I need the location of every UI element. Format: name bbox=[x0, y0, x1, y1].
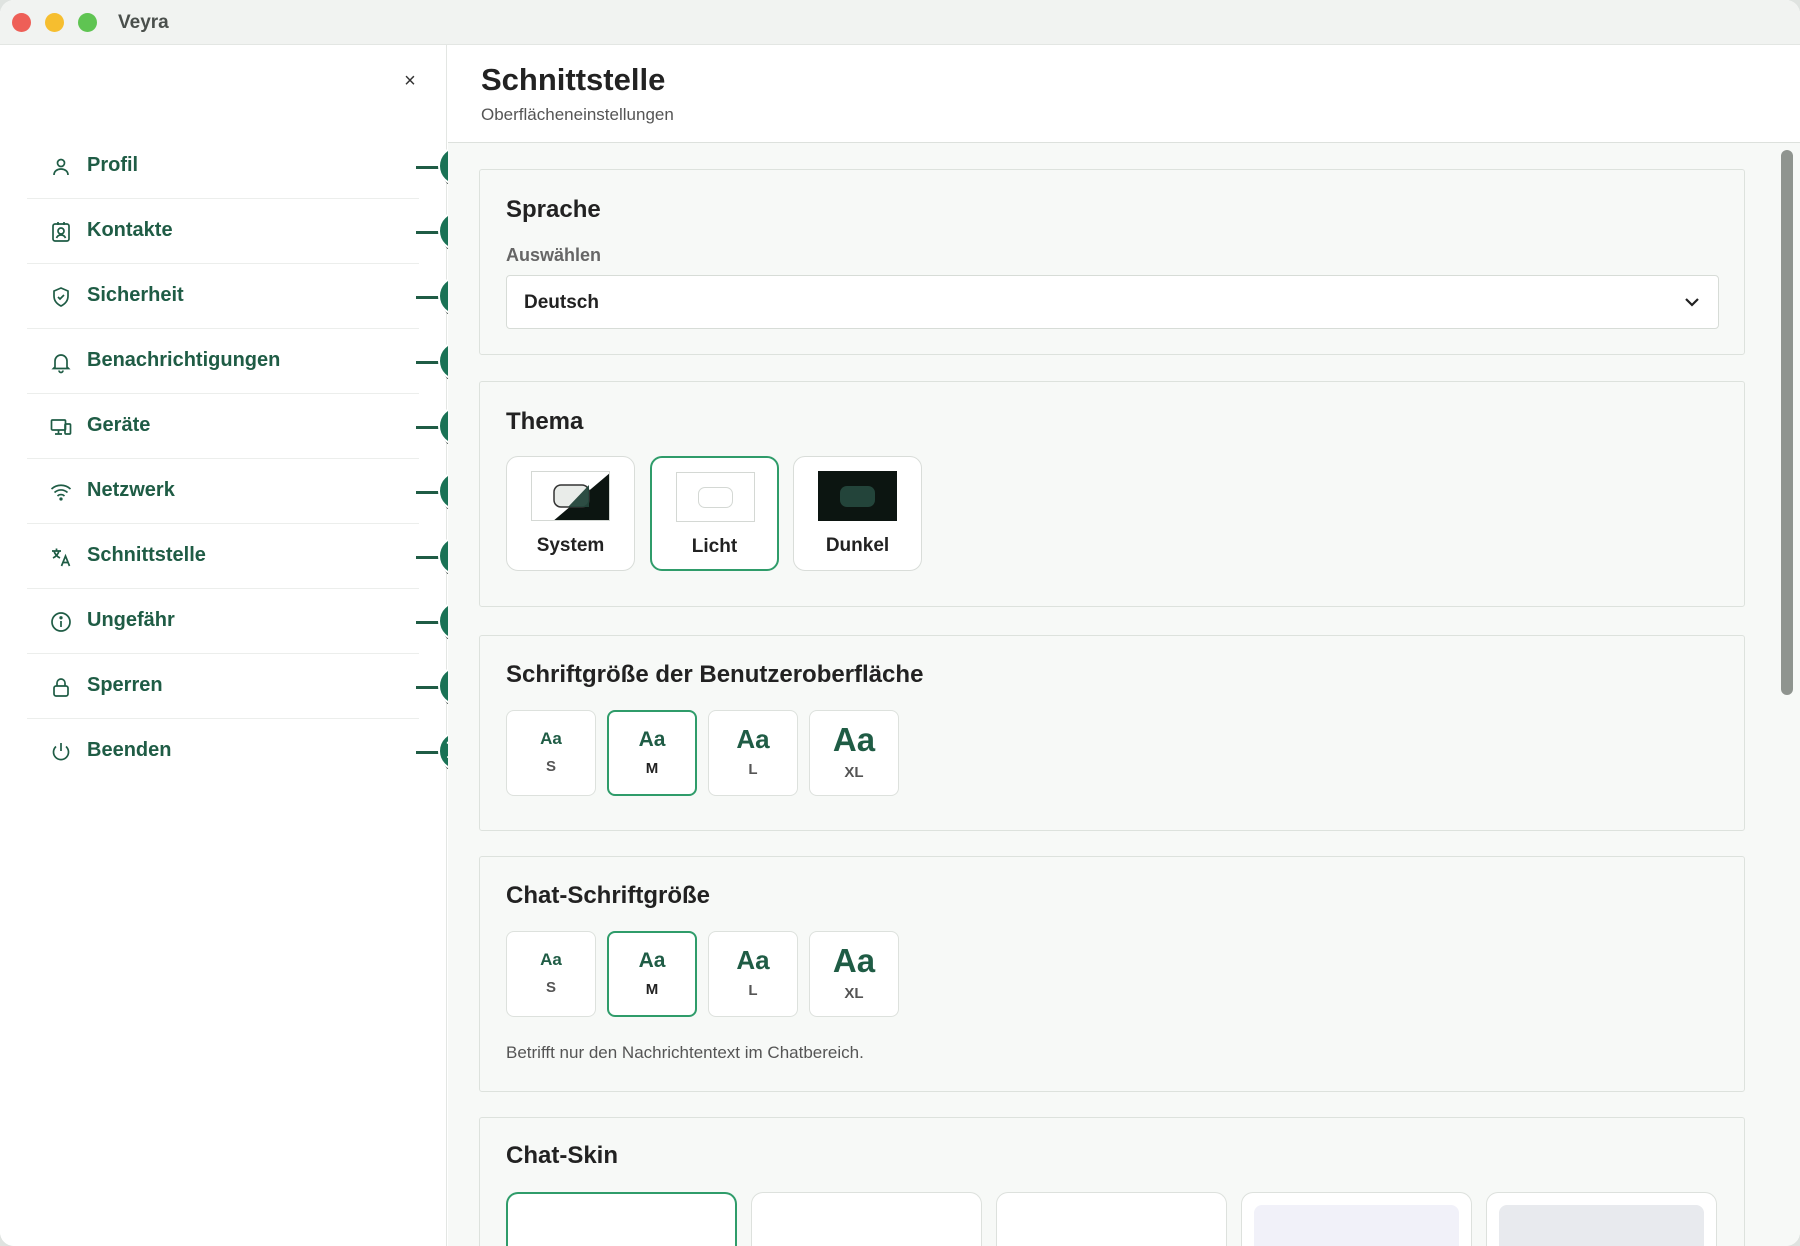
lock-icon bbox=[49, 675, 73, 699]
sidebar: × Profil Kontakte Sicherheit Benachricht… bbox=[0, 45, 447, 1246]
sidebar-item-sperren[interactable]: Sperren bbox=[27, 654, 419, 719]
info-icon bbox=[49, 610, 73, 634]
close-window-button[interactable] bbox=[12, 13, 31, 32]
theme-preview-system bbox=[531, 471, 610, 521]
sidebar-item-label: Netzwerk bbox=[87, 479, 175, 501]
power-icon bbox=[49, 740, 73, 764]
section-title: Chat-Schriftgröße bbox=[506, 882, 710, 909]
sidebar-item-label: Profil bbox=[87, 154, 139, 176]
theme-option-dunkel[interactable]: Dunkel bbox=[793, 456, 922, 571]
theme-option-label: Licht bbox=[691, 536, 738, 557]
main-scrollbar[interactable] bbox=[1779, 148, 1795, 1246]
page-title: Schnittstelle bbox=[481, 62, 666, 97]
chat-font-size-s[interactable]: Aa S bbox=[506, 931, 596, 1017]
helper-text: Betrifft nur den Nachrichtentext im Chat… bbox=[506, 1043, 864, 1062]
ui-font-size-l[interactable]: Aa L bbox=[708, 710, 798, 796]
select-value: Deutsch bbox=[524, 292, 599, 313]
minimize-window-button[interactable] bbox=[45, 13, 64, 32]
close-sidebar-button[interactable]: × bbox=[398, 69, 422, 93]
chat-font-size-m[interactable]: Aa M bbox=[607, 931, 697, 1017]
sidebar-item-label: Schnittstelle bbox=[87, 544, 206, 566]
page-subtitle: Oberflächeneinstellungen bbox=[481, 105, 674, 124]
chat-skin-option-4[interactable] bbox=[1241, 1192, 1472, 1246]
wifi-icon bbox=[49, 480, 73, 504]
sidebar-item-sicherheit[interactable]: Sicherheit bbox=[27, 264, 419, 329]
sidebar-item-ungefaehr[interactable]: Ungefähr bbox=[27, 589, 419, 654]
bell-icon bbox=[49, 350, 73, 374]
theme-option-licht[interactable]: Licht bbox=[650, 456, 779, 571]
section-title: Thema bbox=[506, 408, 584, 435]
sidebar-item-profil[interactable]: Profil bbox=[27, 134, 419, 199]
sidebar-item-schnittstelle[interactable]: Schnittstelle bbox=[27, 524, 419, 589]
ui-font-size-m[interactable]: Aa M bbox=[607, 710, 697, 796]
chat-skin-option-3[interactable] bbox=[996, 1192, 1227, 1246]
sidebar-item-kontakte[interactable]: Kontakte bbox=[27, 199, 419, 264]
title-bar: Veyra bbox=[0, 0, 1800, 45]
user-icon bbox=[49, 155, 73, 179]
scroll-thumb[interactable] bbox=[1781, 150, 1793, 695]
chat-skin-option-5[interactable] bbox=[1486, 1192, 1717, 1246]
chat-skin-option-1[interactable] bbox=[506, 1192, 737, 1246]
sidebar-item-benachrichtigungen[interactable]: Benachrichtigungen bbox=[27, 329, 419, 394]
field-label: Auswählen bbox=[506, 245, 602, 265]
devices-icon bbox=[49, 415, 73, 439]
sidebar-item-geraete[interactable]: Geräte bbox=[27, 394, 419, 459]
theme-preview-dark bbox=[818, 471, 897, 521]
ui-font-size-s[interactable]: Aa S bbox=[506, 710, 596, 796]
language-select[interactable]: Deutsch bbox=[506, 275, 1719, 329]
chat-font-size-card: Chat-Schriftgröße Aa S Aa M Aa L Aa XL B… bbox=[479, 856, 1745, 1092]
chat-font-size-l[interactable]: Aa L bbox=[708, 931, 798, 1017]
main-panel: Schnittstelle Oberflächeneinstellungen S… bbox=[448, 45, 1800, 1246]
app-title: Veyra bbox=[118, 12, 169, 33]
ui-font-size-card: Schriftgröße der Benutzeroberfläche Aa S… bbox=[479, 635, 1745, 831]
sidebar-item-label: Sperren bbox=[87, 674, 163, 696]
section-title: Chat-Skin bbox=[506, 1142, 619, 1169]
sidebar-item-label: Benachrichtigungen bbox=[87, 349, 281, 371]
theme-card: Thema System Licht Dunkel bbox=[479, 381, 1745, 607]
section-title: Schriftgröße der Benutzeroberfläche bbox=[506, 661, 924, 688]
language-card: Sprache Auswählen Deutsch bbox=[479, 169, 1745, 355]
zoom-window-button[interactable] bbox=[78, 13, 97, 32]
sidebar-item-netzwerk[interactable]: Netzwerk bbox=[27, 459, 419, 524]
contacts-icon bbox=[49, 220, 73, 244]
chevron-down-icon bbox=[1680, 290, 1704, 314]
chat-skin-card: Chat-Skin bbox=[479, 1117, 1745, 1246]
shield-icon bbox=[49, 285, 73, 309]
sidebar-item-label: Kontakte bbox=[87, 219, 173, 241]
sidebar-item-label: Sicherheit bbox=[87, 284, 184, 306]
theme-option-label: System bbox=[536, 535, 605, 556]
theme-option-system[interactable]: System bbox=[506, 456, 635, 571]
sidebar-item-beenden[interactable]: Beenden bbox=[27, 719, 419, 784]
theme-option-label: Dunkel bbox=[825, 535, 890, 556]
section-title: Sprache bbox=[506, 196, 601, 223]
theme-preview-light bbox=[676, 472, 755, 522]
sidebar-item-label: Ungefähr bbox=[87, 609, 175, 631]
sidebar-item-label: Geräte bbox=[87, 414, 151, 436]
sidebar-item-label: Beenden bbox=[87, 739, 172, 761]
chat-font-size-xl[interactable]: Aa XL bbox=[809, 931, 899, 1017]
ui-font-size-xl[interactable]: Aa XL bbox=[809, 710, 899, 796]
translate-icon bbox=[49, 545, 73, 569]
chat-skin-option-2[interactable] bbox=[751, 1192, 982, 1246]
app-window: Veyra × Profil Kontakte Sicherheit Benac… bbox=[0, 0, 1800, 1246]
page-header: Schnittstelle Oberflächeneinstellungen bbox=[448, 45, 1800, 143]
